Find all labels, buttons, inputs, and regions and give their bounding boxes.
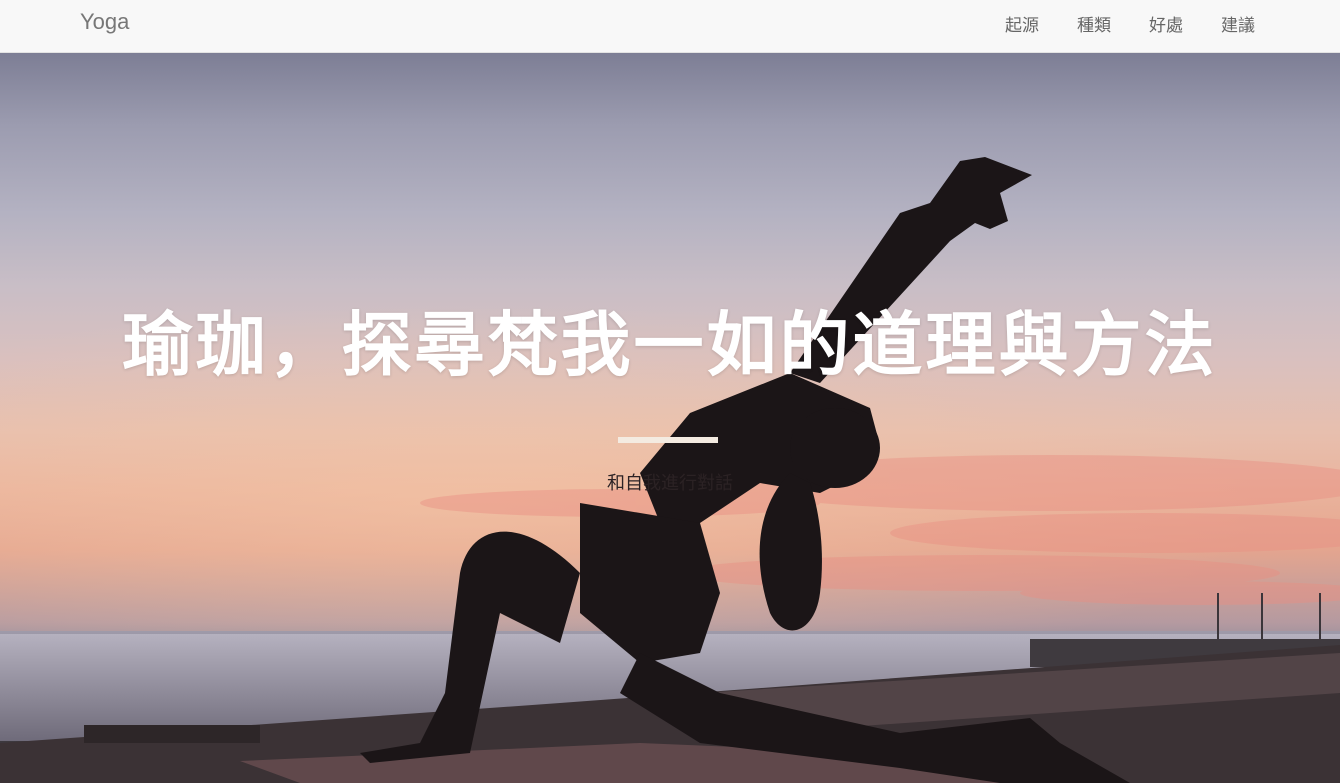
hero-divider xyxy=(618,437,718,443)
hero-headline: 瑜珈，探尋梵我一如的道理與方法 xyxy=(122,304,1218,386)
nav-link-types[interactable]: 種類 xyxy=(1077,11,1111,36)
navbar: Yoga 起源 種類 好處 建議 xyxy=(0,0,1340,53)
hero-background-image xyxy=(0,157,1340,783)
hero-subtitle: 和自我進行對話 xyxy=(607,473,733,494)
nav-link-origin[interactable]: 起源 xyxy=(1005,11,1039,36)
brand-link[interactable]: Yoga xyxy=(80,9,129,35)
nav-link-advice[interactable]: 建議 xyxy=(1221,11,1255,36)
nav-links: 起源 種類 好處 建議 xyxy=(967,11,1255,36)
hero-section: 瑜珈，探尋梵我一如的道理與方法 和自我進行對話 xyxy=(0,53,1340,783)
nav-link-benefits[interactable]: 好處 xyxy=(1149,11,1183,36)
